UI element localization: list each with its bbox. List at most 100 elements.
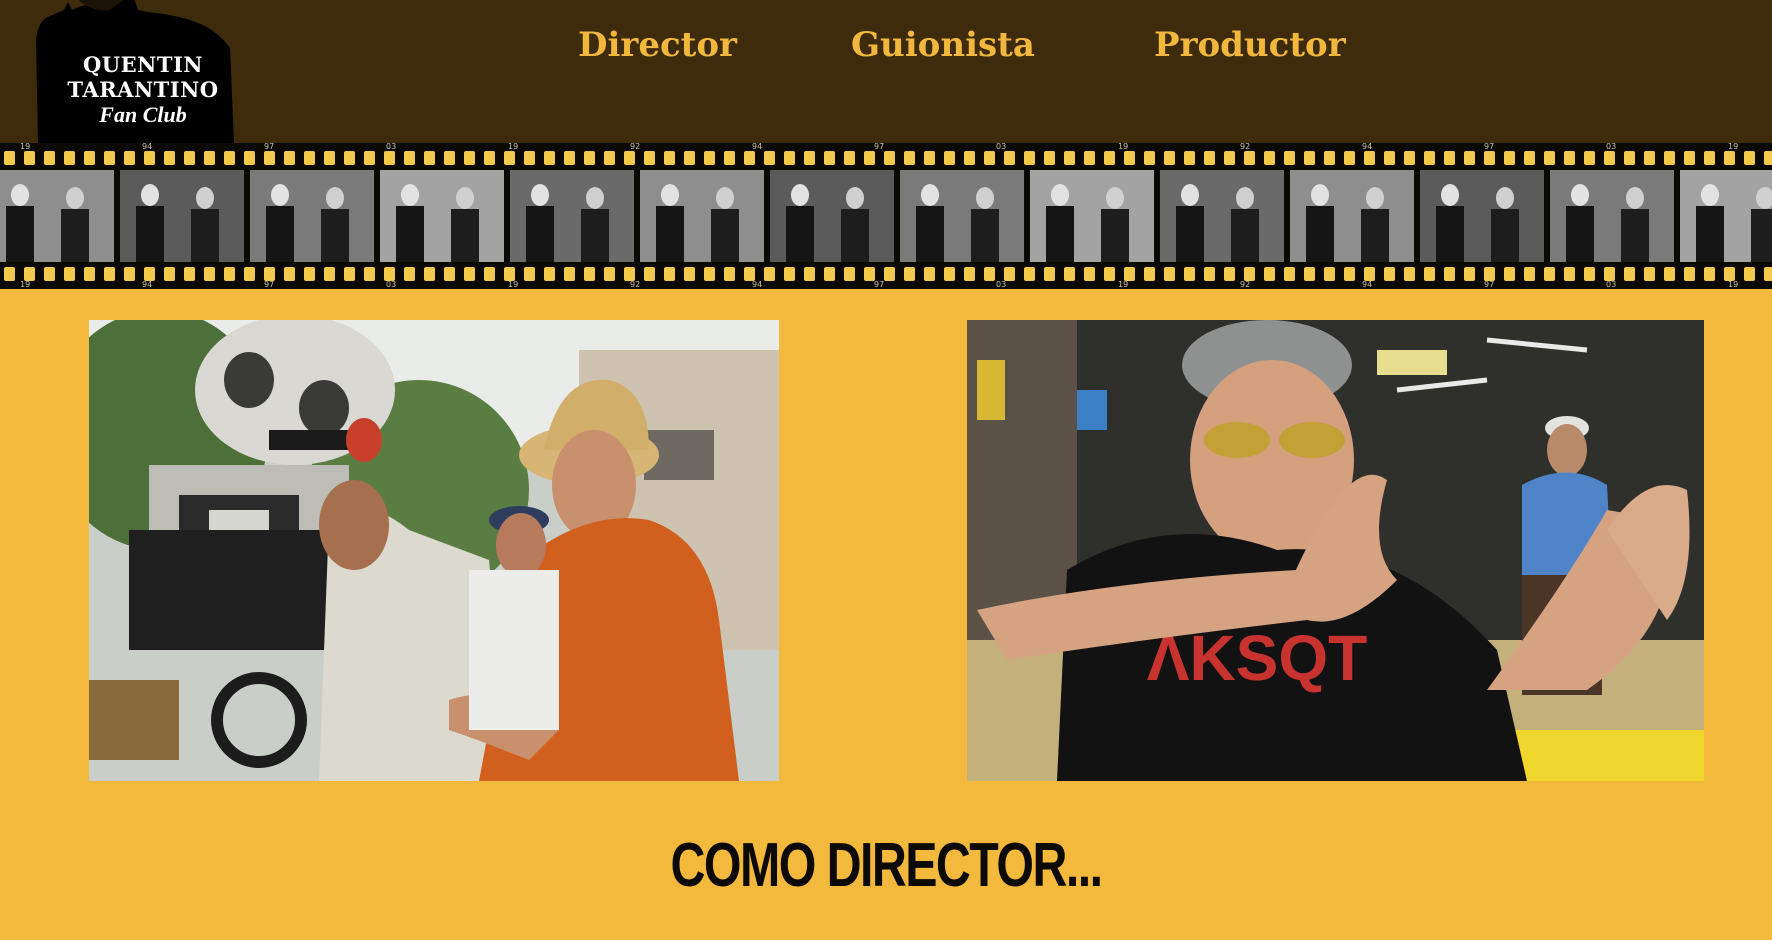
- film-hole: [1604, 267, 1615, 281]
- film-frame-number: 03: [1606, 280, 1616, 289]
- film-figure: [526, 206, 554, 262]
- film-hole: [804, 267, 815, 281]
- film-hole: [1244, 267, 1255, 281]
- film-figure: [921, 184, 939, 206]
- film-figure: [1571, 184, 1589, 206]
- film-hole: [564, 267, 575, 281]
- logo-line-3: Fan Club: [99, 102, 187, 127]
- film-hole: [944, 267, 955, 281]
- film-hole: [1164, 267, 1175, 281]
- film-hole: [1304, 151, 1315, 165]
- film-hole: [1704, 267, 1715, 281]
- film-figure: [1306, 206, 1334, 262]
- film-figure: [586, 187, 604, 209]
- logo-text: Quentin Tarantino Fan Club: [48, 52, 238, 128]
- film-hole: [644, 151, 655, 165]
- film-hole: [984, 267, 995, 281]
- film-hole: [1244, 151, 1255, 165]
- film-hole: [504, 151, 515, 165]
- film-hole: [344, 267, 355, 281]
- section-title: COMO DIRECTOR...: [670, 831, 1103, 900]
- film-figure: [326, 187, 344, 209]
- film-hole: [1704, 151, 1715, 165]
- film-hole: [764, 267, 775, 281]
- film-hole: [464, 267, 475, 281]
- film-figure: [656, 206, 684, 262]
- nav-director[interactable]: Director: [578, 22, 737, 68]
- film-hole: [164, 267, 175, 281]
- film-hole: [24, 267, 35, 281]
- film-hole: [1684, 151, 1695, 165]
- film-hole: [284, 267, 295, 281]
- film-hole: [1384, 151, 1395, 165]
- film-hole: [184, 267, 195, 281]
- film-hole: [1004, 151, 1015, 165]
- film-hole: [304, 267, 315, 281]
- film-hole: [1584, 267, 1595, 281]
- nav-guionista[interactable]: Guionista: [851, 22, 1035, 68]
- film-hole: [244, 267, 255, 281]
- film-hole: [1644, 151, 1655, 165]
- film-hole: [484, 267, 495, 281]
- film-hole: [1724, 151, 1735, 165]
- film-frame-number: 92: [1240, 143, 1250, 151]
- film-figure: [1366, 187, 1384, 209]
- film-figure: [1441, 184, 1459, 206]
- film-hole: [1684, 267, 1695, 281]
- film-hole: [644, 267, 655, 281]
- logo-line-1: Quentin: [83, 52, 203, 77]
- film-hole: [84, 151, 95, 165]
- film-frame-number: 94: [1362, 280, 1372, 289]
- film-hole: [1204, 151, 1215, 165]
- film-frame-number: 19: [20, 143, 30, 151]
- film-hole: [1664, 151, 1675, 165]
- film-figure: [456, 187, 474, 209]
- film-hole: [884, 151, 895, 165]
- film-hole: [1124, 267, 1135, 281]
- photo-director-gesture: ΛKSQT: [967, 320, 1704, 781]
- film-hole: [684, 151, 695, 165]
- film-hole: [424, 267, 435, 281]
- nav-productor[interactable]: Productor: [1154, 22, 1346, 68]
- film-hole: [1184, 267, 1195, 281]
- film-hole: [804, 151, 815, 165]
- film-figure: [1361, 209, 1389, 262]
- film-hole: [904, 267, 915, 281]
- film-frame-number: 03: [996, 143, 1006, 151]
- film-hole: [344, 151, 355, 165]
- film-frame-number: 94: [752, 280, 762, 289]
- site-header: Quentin Tarantino Fan Club Director Guio…: [0, 0, 1772, 143]
- film-hole: [624, 151, 635, 165]
- film-hole: [184, 151, 195, 165]
- film-hole: [1624, 151, 1635, 165]
- film-hole: [704, 151, 715, 165]
- film-hole: [1084, 267, 1095, 281]
- film-hole: [884, 267, 895, 281]
- film-hole: [1544, 151, 1555, 165]
- film-hole: [1544, 267, 1555, 281]
- film-figure: [1496, 187, 1514, 209]
- film-figure: [1311, 184, 1329, 206]
- film-hole: [44, 151, 55, 165]
- film-hole: [1324, 151, 1335, 165]
- film-hole: [1304, 267, 1315, 281]
- film-frame-number: 92: [630, 143, 640, 151]
- film-figure: [1051, 184, 1069, 206]
- film-hole: [724, 151, 735, 165]
- film-frame-number: 94: [142, 280, 152, 289]
- film-hole: [224, 151, 235, 165]
- film-hole: [224, 267, 235, 281]
- film-figure: [971, 209, 999, 262]
- film-hole: [364, 267, 375, 281]
- film-figure: [1436, 206, 1464, 262]
- film-figure: [266, 206, 294, 262]
- film-figure: [6, 206, 34, 262]
- film-hole: [1184, 151, 1195, 165]
- film-hole: [1564, 151, 1575, 165]
- film-hole: [1664, 267, 1675, 281]
- fan-club-logo[interactable]: Quentin Tarantino Fan Club: [20, 0, 240, 143]
- film-figure: [531, 184, 549, 206]
- page: Quentin Tarantino Fan Club Director Guio…: [0, 0, 1772, 940]
- film-hole: [1744, 267, 1755, 281]
- film-figure: [1491, 209, 1519, 262]
